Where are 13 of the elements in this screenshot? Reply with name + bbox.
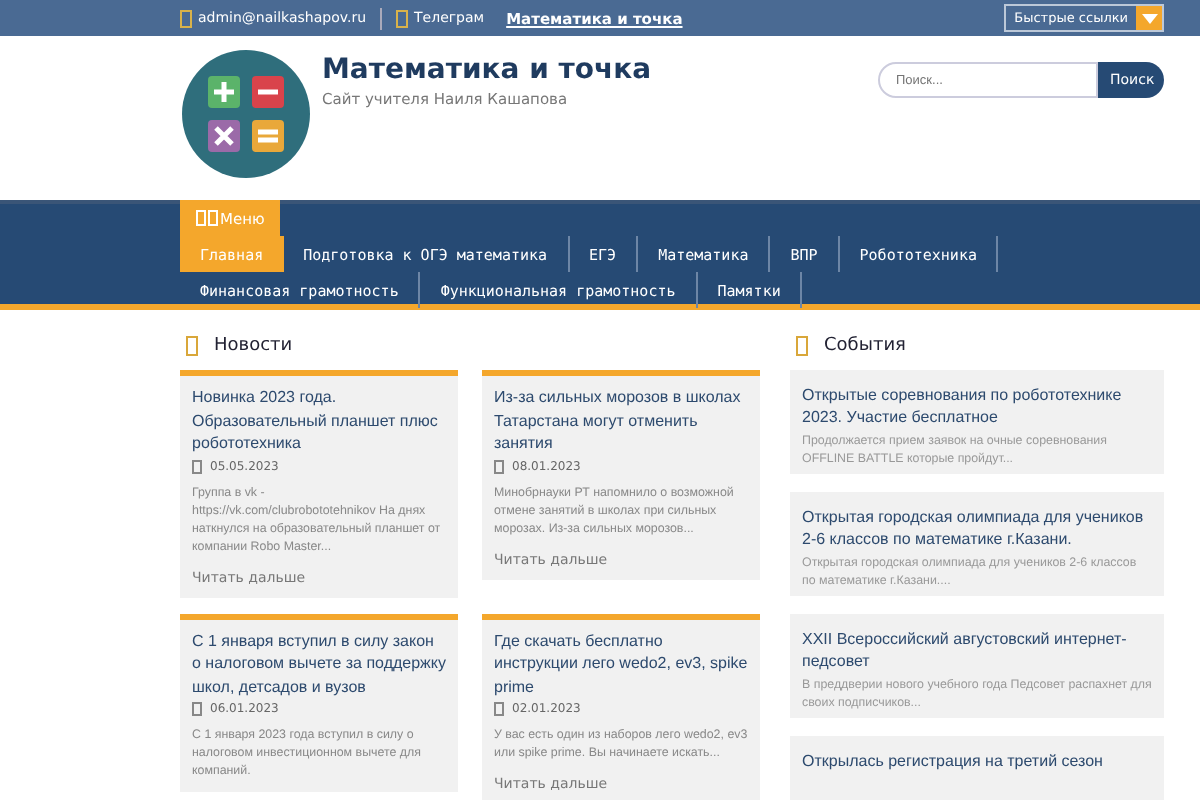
news-title[interactable]: Из-за сильных морозов в школах Татарстана могут отменить занятия — [494, 386, 748, 455]
news-title[interactable]: Новинка 2023 года. Образовательный планшет плюс робототехника — [192, 386, 446, 455]
site-title[interactable]: Математика и точка — [322, 54, 652, 86]
caret-icon — [1141, 13, 1157, 23]
news-title[interactable]: С 1 января вступил в силу закон о налоговом вычете за поддержку школ, детсадов и вузов — [192, 629, 446, 698]
event-title[interactable]: Открытые соревнования по робототехнике 2023. Участие бесплатное — [802, 384, 1152, 428]
calculator-logo-icon — [182, 50, 310, 178]
event-title[interactable]: XXII Всероссийский августовский интернет-педсовет — [802, 628, 1152, 672]
news-title[interactable]: Где скачать бесплатно инструкции лего wedo2, ev3, spike prime — [494, 629, 748, 698]
event-title[interactable]: Открытая городская олимпиада для учеников 2-6 классов по математике г.Казани. — [802, 506, 1152, 550]
events-heading: События — [824, 336, 906, 356]
news-heading: Новости — [214, 336, 293, 356]
event-title[interactable]: Открылась регистрация на третий сезон — [802, 750, 1152, 772]
